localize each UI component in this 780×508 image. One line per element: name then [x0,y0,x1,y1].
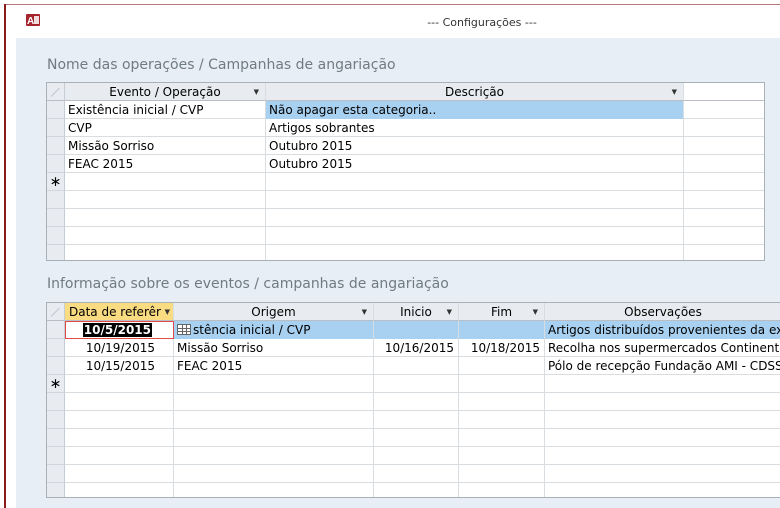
cell-data[interactable]: 10/15/2015 [65,357,174,375]
cell-origem[interactable]: FEAC 2015 [174,357,374,375]
column-label: Evento / Operação [109,85,221,99]
table-row[interactable]: Existência inicial / CVP Não apagar esta… [47,101,764,119]
chevron-down-icon[interactable]: ▼ [165,303,170,320]
cell-inicio[interactable]: 10/16/2015 [374,339,459,357]
operacoes-datasheet[interactable]: Evento / Operação ▼ Descrição ▼ Existênc… [46,82,765,261]
record-selector[interactable] [47,119,65,137]
table-row[interactable]: Missão Sorriso Outubro 2015 [47,137,764,155]
header-row: Evento / Operação ▼ Descrição ▼ [47,83,764,101]
cell-inicio[interactable] [374,321,459,339]
table-row[interactable]: 10/15/2015 FEAC 2015 Pólo de recepção Fu… [47,357,780,375]
grid-line [544,393,545,497]
column-label: Data de referêr [69,305,161,319]
grid-line [458,393,459,497]
empty-row [47,245,764,260]
cell-observacoes[interactable]: Pólo de recepção Fundação AMI - CDSS [545,357,780,375]
cell-origem[interactable]: stência inicial / CVP [174,321,374,339]
column-label: Origem [251,305,296,319]
cell-observacoes[interactable]: Artigos distribuídos provenientes da exi… [545,321,780,339]
cell-evento[interactable]: Existência inicial / CVP [65,101,266,119]
empty-row [47,429,780,447]
select-all-corner[interactable] [47,303,65,321]
cell-evento[interactable]: Missão Sorriso [65,137,266,155]
cell-fim[interactable] [459,357,545,375]
cell-observacoes[interactable]: Recolha nos supermercados Continente [545,339,780,357]
empty-row [47,227,764,245]
grid-line [173,393,174,497]
column-header-data[interactable]: Data de referêr ▼ [65,303,174,321]
cell-origem[interactable]: Missão Sorriso [174,339,374,357]
record-selector[interactable] [47,101,65,119]
chevron-down-icon[interactable]: ▼ [672,83,677,100]
record-selector[interactable] [47,137,65,155]
window-title: --- Configurações --- [427,16,537,29]
new-record-marker[interactable]: ∗ [47,173,65,191]
cell-fim-new[interactable] [459,375,545,393]
header-row: Data de referêr ▼ Origem ▼ Inicio ▼ Fim … [47,303,780,321]
cell-data[interactable]: 10/19/2015 [65,339,174,357]
table-row[interactable]: 10/19/2015 Missão Sorriso 10/16/2015 10/… [47,339,780,357]
new-record-marker[interactable]: ∗ [47,375,65,393]
cell-data-new[interactable] [65,375,174,393]
cell-fim[interactable] [459,321,545,339]
cell-data-editing[interactable]: 10/5/2015 [65,321,174,339]
origem-text: stência inicial / CVP [193,323,311,337]
cell-descricao[interactable]: Não apagar esta categoria.. [266,101,684,119]
column-header-evento[interactable]: Evento / Operação ▼ [65,83,266,101]
cell-evento[interactable]: FEAC 2015 [65,155,266,173]
cell-fim[interactable]: 10/18/2015 [459,339,545,357]
column-label: Observações [624,305,702,319]
chevron-down-icon[interactable]: ▼ [254,83,259,100]
cell-descricao[interactable]: Outubro 2015 [266,155,684,173]
grid-line [265,191,266,260]
grid-line [683,191,684,260]
empty-row [47,209,764,227]
cell-inicio-new[interactable] [374,375,459,393]
cell-descricao[interactable]: Outubro 2015 [266,137,684,155]
header-blank [684,83,764,101]
section-title-operacoes: Nome das operações / Campanhas de angari… [47,57,396,73]
column-label: Fim [490,305,513,319]
cell-descricao-new[interactable] [266,173,684,191]
cell-origem-new[interactable] [174,375,374,393]
window-frame-top [4,4,780,5]
empty-row [47,483,780,497]
eventos-datasheet[interactable]: Data de referêr ▼ Origem ▼ Inicio ▼ Fim … [46,302,780,498]
cell-observacoes-new[interactable] [545,375,780,393]
new-record-row[interactable]: ∗ [47,375,780,393]
column-header-descricao[interactable]: Descrição ▼ [266,83,684,101]
editing-text[interactable]: 10/5/2015 [82,323,152,337]
column-label: Inicio [400,305,432,319]
combo-grid-icon[interactable] [177,324,191,335]
column-header-fim[interactable]: Fim ▼ [459,303,545,321]
empty-row [47,447,780,465]
empty-row [47,191,764,209]
empty-row [47,411,780,429]
column-header-observacoes[interactable]: Observações [545,303,780,321]
window-frame-left [4,4,6,508]
column-label: Descrição [444,85,505,99]
record-selector[interactable] [47,155,65,173]
select-all-corner[interactable] [47,83,65,101]
table-row[interactable]: CVP Artigos sobrantes [47,119,764,137]
new-record-row[interactable]: ∗ [47,173,764,191]
record-selector[interactable] [47,357,65,375]
empty-row [47,465,780,483]
record-selector[interactable] [47,339,65,357]
section-title-eventos: Informação sobre os eventos / campanhas … [47,276,449,292]
chevron-down-icon[interactable]: ▼ [447,303,452,320]
record-selector[interactable] [47,321,65,339]
cell-descricao[interactable]: Artigos sobrantes [266,119,684,137]
cell-evento-new[interactable] [65,173,266,191]
table-row[interactable]: 10/5/2015 stência inicial / CVP Artigos … [47,321,780,339]
cell-inicio[interactable] [374,357,459,375]
column-header-inicio[interactable]: Inicio ▼ [374,303,459,321]
chevron-down-icon[interactable]: ▼ [362,303,367,320]
chevron-down-icon[interactable]: ▼ [533,303,538,320]
grid-line [373,393,374,497]
cell-evento[interactable]: CVP [65,119,266,137]
column-header-origem[interactable]: Origem ▼ [174,303,374,321]
table-row[interactable]: FEAC 2015 Outubro 2015 [47,155,764,173]
empty-row [47,393,780,411]
